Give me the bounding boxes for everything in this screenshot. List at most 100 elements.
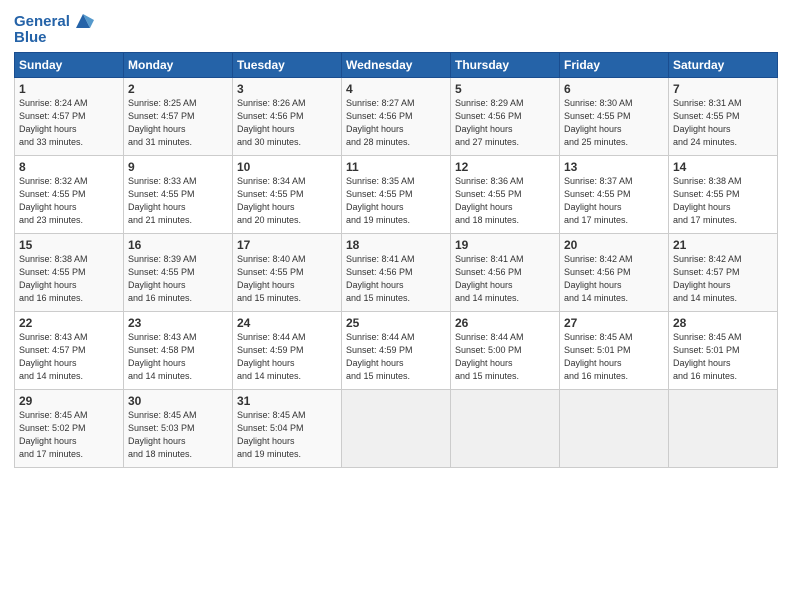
calendar-cell [560, 390, 669, 468]
calendar-cell: 26 Sunrise: 8:44 AM Sunset: 5:00 PM Dayl… [451, 312, 560, 390]
day-info: Sunrise: 8:44 AM Sunset: 4:59 PM Dayligh… [346, 331, 446, 383]
day-number: 16 [128, 238, 228, 252]
calendar-cell: 13 Sunrise: 8:37 AM Sunset: 4:55 PM Dayl… [560, 156, 669, 234]
day-number: 6 [564, 82, 664, 96]
day-number: 10 [237, 160, 337, 174]
day-number: 2 [128, 82, 228, 96]
calendar-cell: 3 Sunrise: 8:26 AM Sunset: 4:56 PM Dayli… [233, 78, 342, 156]
calendar-cell: 15 Sunrise: 8:38 AM Sunset: 4:55 PM Dayl… [15, 234, 124, 312]
day-info: Sunrise: 8:24 AM Sunset: 4:57 PM Dayligh… [19, 97, 119, 149]
calendar-cell: 24 Sunrise: 8:44 AM Sunset: 4:59 PM Dayl… [233, 312, 342, 390]
day-number: 12 [455, 160, 555, 174]
calendar-cell: 28 Sunrise: 8:45 AM Sunset: 5:01 PM Dayl… [669, 312, 778, 390]
day-number: 4 [346, 82, 446, 96]
calendar-cell: 22 Sunrise: 8:43 AM Sunset: 4:57 PM Dayl… [15, 312, 124, 390]
calendar-cell: 11 Sunrise: 8:35 AM Sunset: 4:55 PM Dayl… [342, 156, 451, 234]
day-info: Sunrise: 8:45 AM Sunset: 5:04 PM Dayligh… [237, 409, 337, 461]
day-header: Wednesday [342, 53, 451, 78]
calendar-cell: 27 Sunrise: 8:45 AM Sunset: 5:01 PM Dayl… [560, 312, 669, 390]
day-info: Sunrise: 8:30 AM Sunset: 4:55 PM Dayligh… [564, 97, 664, 149]
day-info: Sunrise: 8:27 AM Sunset: 4:56 PM Dayligh… [346, 97, 446, 149]
calendar-cell: 14 Sunrise: 8:38 AM Sunset: 4:55 PM Dayl… [669, 156, 778, 234]
day-info: Sunrise: 8:43 AM Sunset: 4:58 PM Dayligh… [128, 331, 228, 383]
day-header: Tuesday [233, 53, 342, 78]
day-info: Sunrise: 8:26 AM Sunset: 4:56 PM Dayligh… [237, 97, 337, 149]
day-number: 8 [19, 160, 119, 174]
day-info: Sunrise: 8:34 AM Sunset: 4:55 PM Dayligh… [237, 175, 337, 227]
day-number: 25 [346, 316, 446, 330]
day-info: Sunrise: 8:38 AM Sunset: 4:55 PM Dayligh… [673, 175, 773, 227]
day-number: 7 [673, 82, 773, 96]
header: General Blue [14, 10, 778, 46]
day-number: 28 [673, 316, 773, 330]
day-info: Sunrise: 8:45 AM Sunset: 5:01 PM Dayligh… [673, 331, 773, 383]
day-header: Thursday [451, 53, 560, 78]
calendar-week-row: 22 Sunrise: 8:43 AM Sunset: 4:57 PM Dayl… [15, 312, 778, 390]
calendar-cell: 20 Sunrise: 8:42 AM Sunset: 4:56 PM Dayl… [560, 234, 669, 312]
calendar-cell: 30 Sunrise: 8:45 AM Sunset: 5:03 PM Dayl… [124, 390, 233, 468]
day-info: Sunrise: 8:45 AM Sunset: 5:02 PM Dayligh… [19, 409, 119, 461]
day-number: 27 [564, 316, 664, 330]
calendar-week-row: 15 Sunrise: 8:38 AM Sunset: 4:55 PM Dayl… [15, 234, 778, 312]
day-number: 9 [128, 160, 228, 174]
day-info: Sunrise: 8:44 AM Sunset: 5:00 PM Dayligh… [455, 331, 555, 383]
day-header: Sunday [15, 53, 124, 78]
day-number: 18 [346, 238, 446, 252]
day-info: Sunrise: 8:44 AM Sunset: 4:59 PM Dayligh… [237, 331, 337, 383]
day-info: Sunrise: 8:38 AM Sunset: 4:55 PM Dayligh… [19, 253, 119, 305]
day-info: Sunrise: 8:42 AM Sunset: 4:57 PM Dayligh… [673, 253, 773, 305]
logo-text: General [14, 13, 70, 30]
day-number: 15 [19, 238, 119, 252]
calendar-cell: 5 Sunrise: 8:29 AM Sunset: 4:56 PM Dayli… [451, 78, 560, 156]
calendar-cell: 16 Sunrise: 8:39 AM Sunset: 4:55 PM Dayl… [124, 234, 233, 312]
calendar-table: SundayMondayTuesdayWednesdayThursdayFrid… [14, 52, 778, 468]
calendar-cell: 23 Sunrise: 8:43 AM Sunset: 4:58 PM Dayl… [124, 312, 233, 390]
calendar-week-row: 8 Sunrise: 8:32 AM Sunset: 4:55 PM Dayli… [15, 156, 778, 234]
page-container: General Blue SundayMondayTuesdayWednesda… [0, 0, 792, 474]
day-number: 22 [19, 316, 119, 330]
day-number: 24 [237, 316, 337, 330]
day-number: 20 [564, 238, 664, 252]
day-info: Sunrise: 8:45 AM Sunset: 5:01 PM Dayligh… [564, 331, 664, 383]
calendar-cell: 12 Sunrise: 8:36 AM Sunset: 4:55 PM Dayl… [451, 156, 560, 234]
day-number: 11 [346, 160, 446, 174]
day-info: Sunrise: 8:41 AM Sunset: 4:56 PM Dayligh… [455, 253, 555, 305]
calendar-cell: 25 Sunrise: 8:44 AM Sunset: 4:59 PM Dayl… [342, 312, 451, 390]
day-info: Sunrise: 8:37 AM Sunset: 4:55 PM Dayligh… [564, 175, 664, 227]
day-number: 31 [237, 394, 337, 408]
calendar-week-row: 29 Sunrise: 8:45 AM Sunset: 5:02 PM Dayl… [15, 390, 778, 468]
logo: General Blue [14, 10, 94, 46]
calendar-cell: 10 Sunrise: 8:34 AM Sunset: 4:55 PM Dayl… [233, 156, 342, 234]
calendar-cell: 29 Sunrise: 8:45 AM Sunset: 5:02 PM Dayl… [15, 390, 124, 468]
day-info: Sunrise: 8:33 AM Sunset: 4:55 PM Dayligh… [128, 175, 228, 227]
day-number: 23 [128, 316, 228, 330]
day-info: Sunrise: 8:45 AM Sunset: 5:03 PM Dayligh… [128, 409, 228, 461]
day-number: 26 [455, 316, 555, 330]
day-info: Sunrise: 8:42 AM Sunset: 4:56 PM Dayligh… [564, 253, 664, 305]
logo-icon [72, 10, 94, 32]
calendar-cell: 2 Sunrise: 8:25 AM Sunset: 4:57 PM Dayli… [124, 78, 233, 156]
day-header: Friday [560, 53, 669, 78]
day-header: Monday [124, 53, 233, 78]
day-info: Sunrise: 8:41 AM Sunset: 4:56 PM Dayligh… [346, 253, 446, 305]
day-header: Saturday [669, 53, 778, 78]
day-number: 21 [673, 238, 773, 252]
day-number: 13 [564, 160, 664, 174]
calendar-cell: 4 Sunrise: 8:27 AM Sunset: 4:56 PM Dayli… [342, 78, 451, 156]
calendar-cell: 19 Sunrise: 8:41 AM Sunset: 4:56 PM Dayl… [451, 234, 560, 312]
day-number: 3 [237, 82, 337, 96]
day-number: 30 [128, 394, 228, 408]
calendar-cell: 17 Sunrise: 8:40 AM Sunset: 4:55 PM Dayl… [233, 234, 342, 312]
day-info: Sunrise: 8:39 AM Sunset: 4:55 PM Dayligh… [128, 253, 228, 305]
calendar-week-row: 1 Sunrise: 8:24 AM Sunset: 4:57 PM Dayli… [15, 78, 778, 156]
day-info: Sunrise: 8:25 AM Sunset: 4:57 PM Dayligh… [128, 97, 228, 149]
day-info: Sunrise: 8:43 AM Sunset: 4:57 PM Dayligh… [19, 331, 119, 383]
calendar-cell: 31 Sunrise: 8:45 AM Sunset: 5:04 PM Dayl… [233, 390, 342, 468]
day-info: Sunrise: 8:31 AM Sunset: 4:55 PM Dayligh… [673, 97, 773, 149]
day-number: 14 [673, 160, 773, 174]
calendar-cell: 7 Sunrise: 8:31 AM Sunset: 4:55 PM Dayli… [669, 78, 778, 156]
day-number: 17 [237, 238, 337, 252]
calendar-cell: 21 Sunrise: 8:42 AM Sunset: 4:57 PM Dayl… [669, 234, 778, 312]
calendar-cell [451, 390, 560, 468]
day-number: 5 [455, 82, 555, 96]
